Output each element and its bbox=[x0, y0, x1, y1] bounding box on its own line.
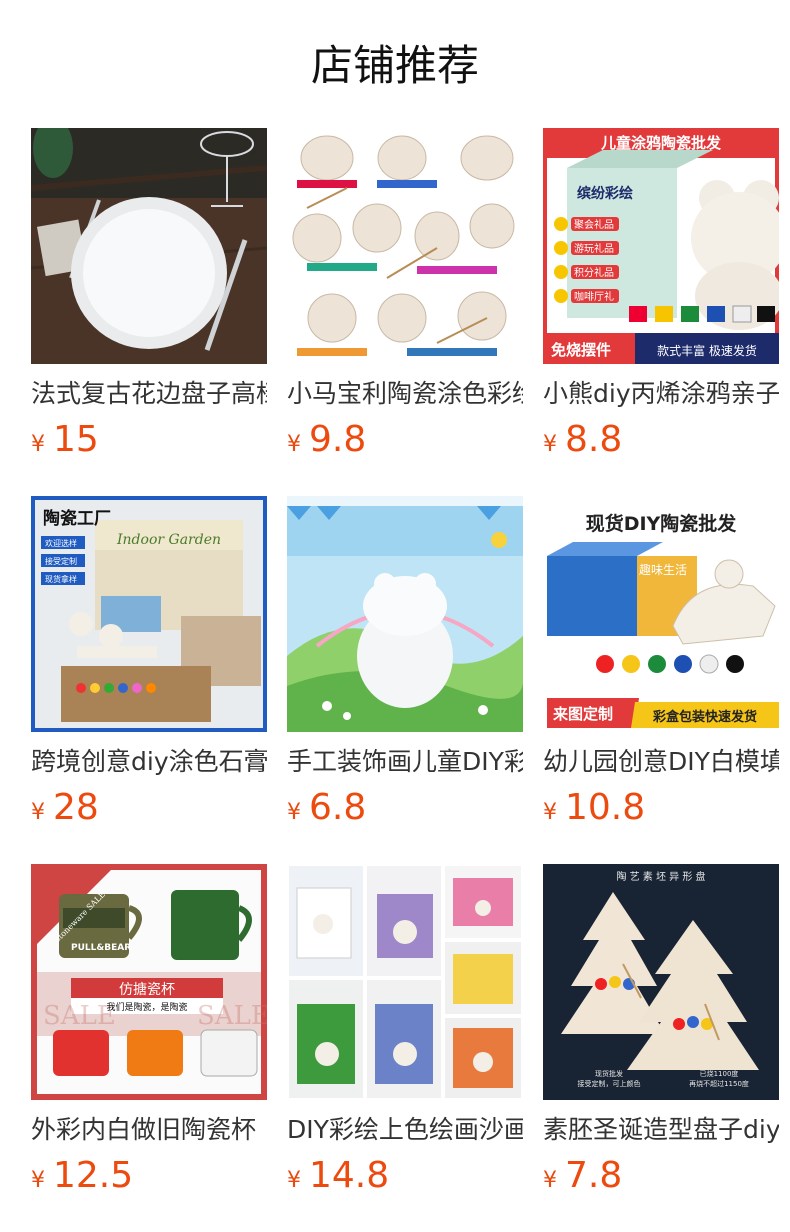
product-image[interactable] bbox=[287, 128, 523, 364]
price-value: 7.8 bbox=[565, 1155, 623, 1196]
product-image[interactable]: 陶 艺 素 坯 异 形 盘 现货批发 接受定制，可上颜色 已烧1100度 再烧不… bbox=[543, 864, 779, 1100]
product-name[interactable]: DIY彩绘上色绘画沙画 bbox=[287, 1112, 523, 1148]
caption-text: 已烧1100度 bbox=[700, 1069, 739, 1078]
price-value: 28 bbox=[53, 787, 99, 828]
product-name[interactable]: 小马宝利陶瓷涂色彩绘 bbox=[287, 376, 523, 412]
currency-symbol: ¥ bbox=[287, 1168, 301, 1193]
box-text: Indoor Garden bbox=[116, 532, 221, 548]
product-name[interactable]: 法式复古花边盘子高档 bbox=[31, 376, 267, 412]
tag-text: 接受定制 bbox=[45, 556, 77, 566]
sub-text: 我们是陶瓷，是陶瓷 bbox=[106, 1001, 187, 1013]
page-title: 店铺推荐 bbox=[310, 41, 479, 90]
badge-text: 彩盒包装快速发货 bbox=[652, 709, 757, 725]
tag-text: 咖啡厅礼 bbox=[574, 290, 614, 303]
product-price: ¥14.8 bbox=[287, 1154, 389, 1198]
product-name[interactable]: 手工装饰画儿童DIY彩 bbox=[287, 744, 523, 780]
corner-text: 陶瓷工厂 bbox=[43, 508, 111, 529]
currency-symbol: ¥ bbox=[287, 432, 301, 457]
product-price: ¥8.8 bbox=[543, 418, 622, 462]
product-card[interactable]: 儿童涂鸦陶瓷批发 缤纷彩绘 聚会礼品 游玩礼品 积分礼品 咖啡厅礼 免烧摆件 款… bbox=[543, 128, 779, 468]
currency-symbol: ¥ bbox=[287, 800, 301, 825]
product-card[interactable]: 陶瓷工厂 欢迎选样 接受定制 现货拿样 Indoor Garden 跨境创意di… bbox=[31, 496, 267, 836]
badge-text: 款式丰富 极速发货 bbox=[657, 343, 757, 358]
product-name[interactable]: 幼儿园创意DIY白模填 bbox=[543, 744, 779, 780]
product-card[interactable]: DIY彩绘上色绘画沙画 ¥14.8 bbox=[287, 864, 523, 1204]
tag-text: 聚会礼品 bbox=[574, 218, 614, 231]
product-image[interactable]: 儿童涂鸦陶瓷批发 缤纷彩绘 聚会礼品 游玩礼品 积分礼品 咖啡厅礼 免烧摆件 款… bbox=[543, 128, 779, 364]
price-value: 10.8 bbox=[565, 787, 646, 828]
box-text: 趣味生活 bbox=[639, 562, 687, 577]
price-value: 8.8 bbox=[565, 419, 623, 460]
currency-symbol: ¥ bbox=[543, 1168, 557, 1193]
product-price: ¥6.8 bbox=[287, 786, 366, 830]
product-name[interactable]: 小熊diy丙烯涂鸦亲子 bbox=[543, 376, 779, 412]
currency-symbol: ¥ bbox=[31, 1168, 45, 1193]
price-value: 14.8 bbox=[309, 1155, 390, 1196]
product-card[interactable]: 手工装饰画儿童DIY彩 ¥6.8 bbox=[287, 496, 523, 836]
product-image[interactable]: SALE SALE stoneware SALE PULL&BEAR 仿搪瓷杯 … bbox=[31, 864, 267, 1100]
product-image[interactable] bbox=[287, 496, 523, 732]
product-name[interactable]: 素胚圣诞造型盘子diy bbox=[543, 1112, 779, 1148]
price-value: 12.5 bbox=[53, 1155, 134, 1196]
tag-text: 现货拿样 bbox=[45, 574, 77, 584]
tag-text: 积分礼品 bbox=[574, 266, 614, 279]
bg-text: SALE bbox=[43, 1001, 116, 1031]
product-image[interactable]: 现货DIY陶瓷批发 趣味生活 来图定制 彩盒包装快速发货 bbox=[543, 496, 779, 732]
product-card[interactable]: 现货DIY陶瓷批发 趣味生活 来图定制 彩盒包装快速发货 幼儿园创意DIY白模填… bbox=[543, 496, 779, 836]
currency-symbol: ¥ bbox=[31, 800, 45, 825]
tag-text: 游玩礼品 bbox=[574, 242, 614, 255]
product-card[interactable]: 陶 艺 素 坯 异 形 盘 现货批发 接受定制，可上颜色 已烧1100度 再烧不… bbox=[543, 864, 779, 1204]
price-value: 6.8 bbox=[309, 787, 367, 828]
product-price: ¥10.8 bbox=[543, 786, 645, 830]
product-grid: 法式复古花边盘子高档 ¥15 小马宝利陶瓷涂色彩绘 ¥ 9.8 儿童涂鸦陶瓷批发… bbox=[31, 128, 779, 1218]
product-card[interactable]: 小马宝利陶瓷涂色彩绘 ¥9.8 bbox=[287, 128, 523, 468]
headline-text: 现货DIY陶瓷批发 bbox=[586, 512, 738, 535]
product-card[interactable]: 法式复古花边盘子高档 ¥15 bbox=[31, 128, 267, 468]
tag-text: 欢迎选样 bbox=[45, 538, 77, 548]
badge-text: 来图定制 bbox=[552, 705, 613, 723]
price-value: 15 bbox=[53, 419, 99, 460]
product-name[interactable]: 跨境创意diy涂色石膏 bbox=[31, 744, 267, 780]
box-text: 缤纷彩绘 bbox=[577, 185, 633, 202]
product-image[interactable] bbox=[31, 128, 267, 364]
product-price: ¥15 bbox=[31, 418, 99, 462]
bg-text: SALE bbox=[197, 1001, 267, 1031]
product-card[interactable]: SALE SALE stoneware SALE PULL&BEAR 仿搪瓷杯 … bbox=[31, 864, 267, 1204]
product-image[interactable]: 陶瓷工厂 欢迎选样 接受定制 现货拿样 Indoor Garden bbox=[31, 496, 267, 732]
banner-text: 仿搪瓷杯 bbox=[119, 982, 175, 998]
currency-symbol: ¥ bbox=[543, 432, 557, 457]
product-price: ¥12.5 bbox=[31, 1154, 133, 1198]
product-price: ¥7.8 bbox=[543, 1154, 622, 1198]
product-price: ¥28 bbox=[31, 786, 99, 830]
caption-text: 接受定制，可上颜色 bbox=[578, 1079, 641, 1088]
banner-text: 儿童涂鸦陶瓷批发 bbox=[600, 134, 722, 152]
badge-text: 免烧摆件 bbox=[551, 341, 611, 359]
price-value: 9.8 bbox=[309, 419, 367, 460]
product-name[interactable]: 外彩内白做旧陶瓷杯 bbox=[31, 1112, 267, 1148]
currency-symbol: ¥ bbox=[543, 800, 557, 825]
product-price: ¥9.8 bbox=[287, 418, 366, 462]
caption-text: 现货批发 bbox=[595, 1069, 623, 1078]
caption-text: 再烧不超过1150度 bbox=[689, 1079, 749, 1088]
headline-text: 陶 艺 素 坯 异 形 盘 bbox=[616, 870, 705, 883]
currency-symbol: ¥ bbox=[31, 432, 45, 457]
mug-text: PULL&BEAR bbox=[71, 943, 131, 953]
product-image[interactable] bbox=[287, 864, 523, 1100]
